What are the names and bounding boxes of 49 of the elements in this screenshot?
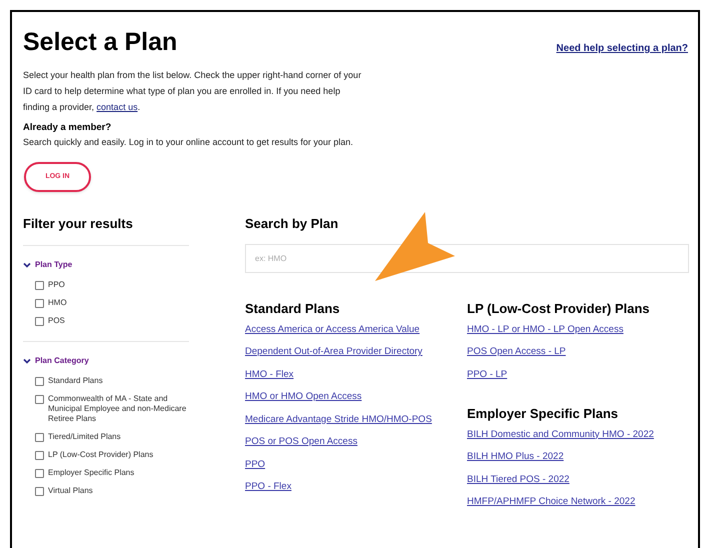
plan-link[interactable]: PPO xyxy=(245,458,266,472)
search-field[interactable]: ex: HMO xyxy=(245,244,689,273)
section-title: Standard Plans xyxy=(245,300,341,317)
plan-link[interactable]: BILH HMO Plus - 2022 xyxy=(467,450,564,464)
checkbox[interactable] xyxy=(35,450,44,460)
plan-link[interactable]: HMFP/APHMFP Choice Network - 2022 xyxy=(467,495,636,510)
checkbox[interactable] xyxy=(35,280,44,290)
checkbox[interactable] xyxy=(35,298,44,308)
help-link[interactable]: Need help selecting a plan? xyxy=(556,41,688,56)
checkbox-label: PPO xyxy=(48,280,66,290)
checkbox-label: POS xyxy=(48,316,66,326)
plan-link[interactable]: Access America or Access America Value xyxy=(245,322,420,337)
intro-paragraph: Select your health plan from the list below. Check the upper right-hand corner of your ID card to help determine what type of plan you are enrolled in. If you need help finding a provider, contact us. xyxy=(23,69,362,114)
plan-link[interactable]: Dependent Out-of-Area Provider Directory xyxy=(245,345,422,360)
plan-link[interactable]: PPO - LP xyxy=(467,368,508,382)
plan-link[interactable]: POS or POS Open Access xyxy=(245,435,358,450)
filter-group-toggle[interactable]: Plan Type xyxy=(23,258,72,271)
page-title: Select a Plan xyxy=(23,30,178,55)
search-title: Search by Plan xyxy=(245,215,340,234)
plan-link[interactable]: HMO - Flex xyxy=(245,368,294,382)
plan-link[interactable]: HMO - LP or HMO - LP Open Access xyxy=(467,322,624,337)
checkbox[interactable] xyxy=(35,468,44,478)
contact-link[interactable]: contact us xyxy=(96,102,138,112)
checkbox[interactable] xyxy=(35,394,44,404)
checkbox-label: Commonwealth of MA - State and Municipal Employee and non-Medicare Retiree Plans xyxy=(48,394,188,424)
plan-link[interactable]: POS Open Access - LP xyxy=(467,345,566,360)
checkbox-label: Tiered/Limited Plans xyxy=(48,432,122,442)
section-title: LP (Low-Cost Provider) Plans xyxy=(467,300,651,317)
member-text: Search quickly and easily. Log in to your online account to get results for your plan. xyxy=(23,136,354,150)
checkbox-label: Employer Specific Plans xyxy=(48,468,136,478)
plan-link[interactable]: HMO or HMO Open Access xyxy=(245,390,362,404)
chevron-icon xyxy=(23,358,31,364)
checkbox-label: Standard Plans xyxy=(48,376,104,386)
checkbox-label: HMO xyxy=(48,298,68,308)
member-heading: Already a member? xyxy=(23,121,112,135)
section-title: Employer Specific Plans xyxy=(467,406,620,422)
checkbox-label: Virtual Plans xyxy=(48,486,94,496)
filter-group-toggle[interactable]: Plan Category xyxy=(23,354,89,367)
checkbox[interactable] xyxy=(35,486,44,496)
plan-link[interactable]: PPO - Flex xyxy=(245,480,292,494)
plan-link[interactable]: Medicare Advantage Stride HMO/HMO-POS xyxy=(245,412,432,427)
chevron-icon xyxy=(23,262,31,268)
checkbox[interactable] xyxy=(35,316,44,326)
checkbox[interactable] xyxy=(35,376,44,386)
checkbox[interactable] xyxy=(35,432,44,442)
filter-title: Filter your results xyxy=(23,215,134,234)
plan-link[interactable]: BILH Tiered POS - 2022 xyxy=(467,472,570,487)
checkbox-label: LP (Low-Cost Provider) Plans xyxy=(48,450,154,460)
plan-link[interactable]: BILH Domestic and Community HMO - 2022 xyxy=(467,428,654,442)
